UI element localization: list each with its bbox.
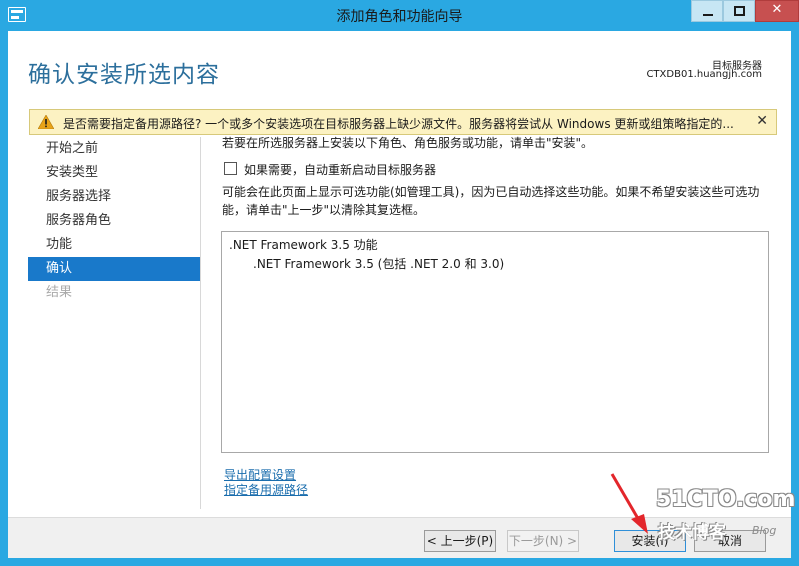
target-server-value: CTXDB01.huangjh.com (646, 69, 762, 80)
warning-close-icon[interactable]: ✕ (756, 113, 768, 129)
wizard-client-area: 确认安装所选内容 目标服务器 CTXDB01.huangjh.com 是否需要指… (8, 31, 791, 558)
list-item: .NET Framework 3.5 (包括 .NET 2.0 和 3.0) (253, 257, 505, 271)
previous-button[interactable]: < 上一步(P) (424, 530, 496, 552)
watermark-logo: 51CTO.com (656, 487, 796, 512)
nav-item-features[interactable]: 功能 (28, 233, 200, 257)
nav-divider (200, 137, 201, 509)
warning-triangle-icon (38, 115, 54, 129)
confirmation-description: 若要在所选服务器上安装以下角色、角色服务或功能，请单击"安装"。 (222, 136, 594, 150)
next-button: 下一步(N) > (507, 530, 579, 552)
nav-item-server-roles[interactable]: 服务器角色 (28, 209, 200, 233)
nav-item-server-selection[interactable]: 服务器选择 (28, 185, 200, 209)
nav-item-confirmation[interactable]: 确认 (28, 257, 200, 281)
auto-restart-label[interactable]: 如果需要，自动重新启动目标服务器 (244, 161, 436, 178)
warning-text[interactable]: 是否需要指定备用源路径? 一个或多个安装选项在目标服务器上缺少源文件。服务器将尝… (63, 115, 753, 132)
nav-item-results: 结果 (46, 285, 73, 300)
wizard-nav: 开始之前 安装类型 服务器选择 服务器角色 功能 确认 结果 (28, 137, 200, 509)
optional-features-note: 可能会在此页面上显示可选功能(如管理工具)，因为已自动选择这些功能。如果不希望安… (222, 185, 760, 217)
minimize-icon (703, 14, 713, 16)
close-icon: ✕ (771, 2, 783, 17)
close-button[interactable]: ✕ (755, 0, 799, 22)
list-item: .NET Framework 3.5 功能 (229, 238, 378, 252)
selected-features-list[interactable]: .NET Framework 3.5 功能 .NET Framework 3.5… (221, 231, 769, 453)
wizard-window: 添加角色和功能向导 ✕ 确认安装所选内容 目标服务器 CTXDB01.huang… (0, 0, 799, 566)
window-title: 添加角色和功能向导 (336, 9, 463, 25)
page-title: 确认安装所选内容 (28, 62, 220, 88)
specify-alternate-source-link[interactable]: 指定备用源路径 (224, 481, 308, 498)
nav-item-before-you-begin[interactable]: 开始之前 (28, 137, 200, 161)
watermark-subtitle: 技术博客 (658, 523, 726, 543)
maximize-button[interactable] (723, 0, 755, 22)
auto-restart-checkbox[interactable] (224, 162, 237, 175)
warning-bar[interactable]: 是否需要指定备用源路径? 一个或多个安装选项在目标服务器上缺少源文件。服务器将尝… (29, 109, 777, 135)
maximize-icon (734, 6, 745, 16)
title-bar[interactable]: 添加角色和功能向导 ✕ (0, 0, 799, 31)
nav-item-installation-type[interactable]: 安装类型 (28, 161, 200, 185)
watermark: 51CTO.com 技术博客 Blog (654, 487, 795, 547)
watermark-blog: Blog (752, 524, 777, 537)
minimize-button[interactable] (691, 0, 723, 22)
